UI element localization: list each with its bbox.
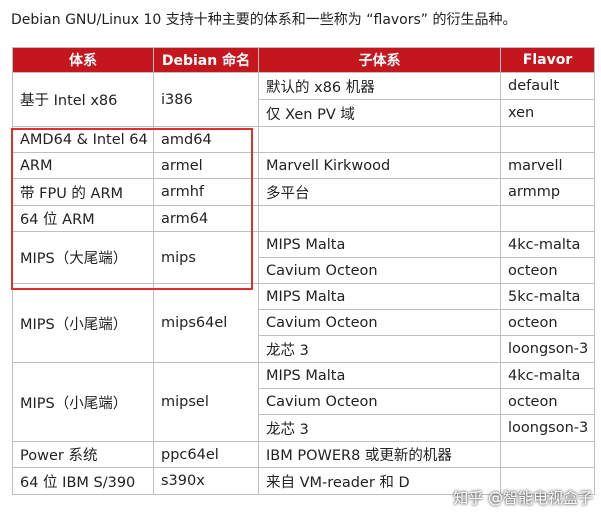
- arch-cell: MIPS（小尾端）: [12, 283, 154, 363]
- flavor-cell: loongson-3: [500, 335, 595, 363]
- debian-name-cell: mipsel: [153, 362, 259, 442]
- debian-name-cell: i386: [153, 72, 259, 127]
- table-row: MIPS（大尾端） mips MIPS Malta 4kc-malta: [12, 231, 595, 284]
- debian-name-cell: s390x: [153, 467, 259, 495]
- table-header-row: 体系 Debian 命名 子体系 Flavor: [12, 47, 595, 73]
- flavor-cell: [500, 441, 595, 468]
- intro-text: Debian GNU/Linux 10 支持十种主要的体系和一些称为 “flav…: [11, 12, 517, 28]
- table-row: 基于 Intel x86 i386 默认的 x86 机器 default: [12, 72, 595, 127]
- subarch-cell: 多平台: [258, 178, 501, 206]
- watermark: 知乎 @智能电视盒子: [453, 489, 593, 507]
- table-row: Power 系统 ppc64el IBM POWER8 或更新的机器: [12, 441, 595, 468]
- table-row: MIPS（小尾端） mips64el MIPS Malta 5kc-malta: [12, 283, 595, 363]
- flavor-cell: 4kc-malta: [500, 231, 595, 258]
- flavor-cell: marvell: [500, 152, 595, 179]
- subarch-cell: Marvell Kirkwood: [258, 152, 501, 179]
- debian-name-cell: armel: [153, 152, 259, 179]
- arch-cell: AMD64 & Intel 64: [12, 126, 154, 153]
- flavor-cell: octeon: [500, 257, 595, 284]
- subarch-cell: Cavium Octeon: [258, 309, 501, 336]
- flavor-cell: default: [500, 72, 595, 100]
- flavor-cell: octeon: [500, 388, 595, 415]
- arch-cell: ARM: [12, 152, 154, 179]
- subarch-cell: MIPS Malta: [258, 231, 501, 258]
- subarch-cell: 仅 Xen PV 域: [258, 99, 501, 127]
- flavor-cell: 5kc-malta: [500, 283, 595, 310]
- table-row: 带 FPU 的 ARM armhf 多平台 armmp: [12, 178, 595, 206]
- table-row: MIPS（小尾端） mipsel MIPS Malta 4kc-malta: [12, 362, 595, 442]
- debian-name-cell: arm64: [153, 205, 259, 232]
- header-arch: 体系: [12, 47, 154, 73]
- flavor-cell: armmp: [500, 178, 595, 206]
- header-subarch: 子体系: [258, 47, 501, 73]
- table-row: ARM armel Marvell Kirkwood marvell: [12, 152, 595, 179]
- debian-name-cell: amd64: [153, 126, 259, 153]
- subarch-cell: IBM POWER8 或更新的机器: [258, 441, 501, 468]
- subarch-cell: 龙芯 3: [258, 414, 501, 442]
- header-flavor: Flavor: [500, 47, 595, 73]
- subarch-cell: [258, 126, 501, 153]
- arch-cell: MIPS（小尾端）: [12, 362, 154, 442]
- subarch-cell: 默认的 x86 机器: [258, 72, 501, 100]
- arch-cell: 64 位 ARM: [12, 205, 154, 232]
- table-row: 64 位 ARM arm64: [12, 205, 595, 232]
- debian-name-cell: armhf: [153, 178, 259, 206]
- subarch-cell: MIPS Malta: [258, 362, 501, 389]
- header-debian-name: Debian 命名: [153, 47, 259, 73]
- arch-cell: 基于 Intel x86: [12, 72, 154, 127]
- subarch-cell: [258, 205, 501, 232]
- flavor-cell: xen: [500, 99, 595, 127]
- debian-name-cell: mips64el: [153, 283, 259, 363]
- subarch-cell: Cavium Octeon: [258, 257, 501, 284]
- subarch-cell: MIPS Malta: [258, 283, 501, 310]
- arch-cell: 64 位 IBM S/390: [12, 467, 154, 495]
- arch-cell: 带 FPU 的 ARM: [12, 178, 154, 206]
- debian-name-cell: ppc64el: [153, 441, 259, 468]
- subarch-cell: 龙芯 3: [258, 335, 501, 363]
- flavor-cell: [500, 205, 595, 232]
- subarch-cell: Cavium Octeon: [258, 388, 501, 415]
- arch-cell: MIPS（大尾端）: [12, 231, 154, 284]
- table-row: AMD64 & Intel 64 amd64: [12, 126, 595, 153]
- flavor-cell: 4kc-malta: [500, 362, 595, 389]
- debian-name-cell: mips: [153, 231, 259, 284]
- architecture-table: 体系 Debian 命名 子体系 Flavor 基于 Intel x86 i38…: [12, 47, 595, 495]
- flavor-cell: loongson-3: [500, 414, 595, 442]
- arch-cell: Power 系统: [12, 441, 154, 468]
- flavor-cell: [500, 126, 595, 153]
- flavor-cell: octeon: [500, 309, 595, 336]
